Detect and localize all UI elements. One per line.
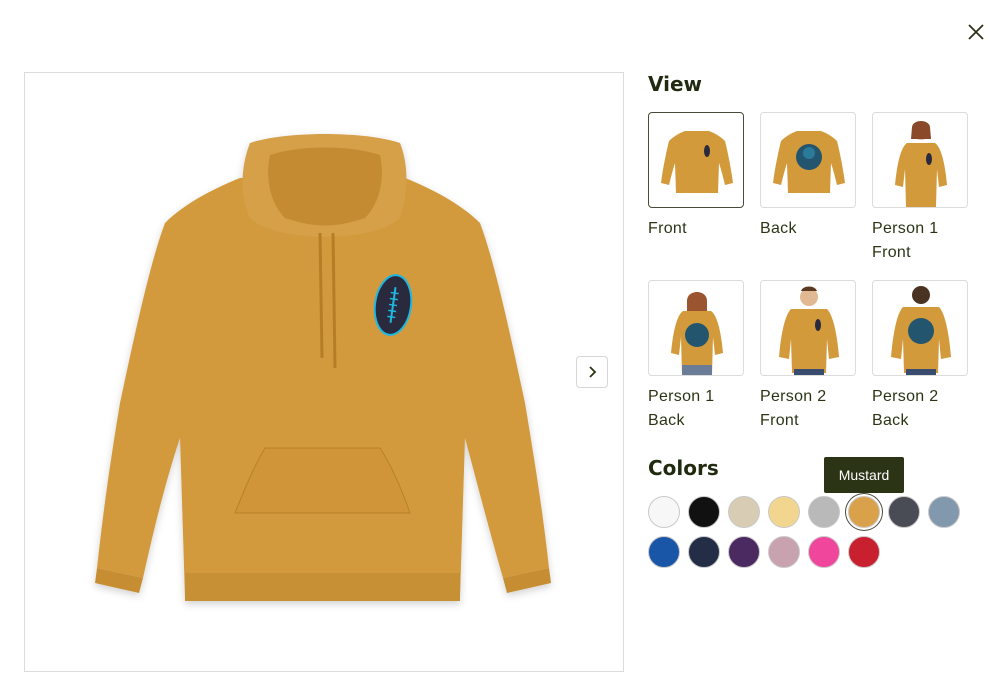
color-swatch-slate-blue[interactable] [928,496,960,528]
color-swatch-mustard[interactable] [848,496,880,528]
product-gallery-modal: View Front Back Person 1 Front Person 1 … [0,0,1008,696]
person1-front-thumbnail [895,121,947,207]
hoodie-front-image [95,134,551,601]
color-swatch-black[interactable] [688,496,720,528]
thumb-person1-back[interactable] [648,280,744,376]
thumb-person1-back-label: Person 1 Back [648,388,715,429]
thumb-person1-front[interactable] [872,112,968,208]
thumb-back[interactable] [760,112,856,208]
colors-title: Colors [648,456,719,480]
color-swatch-royal[interactable] [648,536,680,568]
chevron-right-icon [589,366,597,378]
thumb-person2-back[interactable] [872,280,968,376]
person2-back-thumbnail [891,286,951,375]
color-swatch-pink[interactable] [808,536,840,568]
thumb-back-label: Back [760,220,797,237]
thumb-person2-front-label: Person 2 Front [760,388,827,429]
hoodie-back-thumbnail [773,131,845,193]
color-tooltip: Mustard [824,457,904,493]
color-swatch-heather-grey[interactable] [808,496,840,528]
thumb-front-label: Front [648,220,687,237]
color-swatch-white[interactable] [648,496,680,528]
color-swatch-cream[interactable] [768,496,800,528]
person2-front-thumbnail [779,286,839,375]
main-product-image [24,72,624,672]
person1-back-thumbnail [671,292,723,375]
color-swatch-navy[interactable] [688,536,720,568]
hoodie-front-thumbnail [661,131,733,193]
thumb-person2-front[interactable] [760,280,856,376]
color-swatch-red[interactable] [848,536,880,568]
color-swatch-sand[interactable] [728,496,760,528]
thumb-person2-back-label: Person 2 Back [872,388,939,429]
view-title: View [648,72,703,96]
thumb-person1-front-label: Person 1 Front [872,220,939,261]
next-image-button[interactable] [576,356,608,388]
close-button[interactable] [962,18,990,46]
color-swatch-charcoal[interactable] [888,496,920,528]
color-swatch-light-pink[interactable] [768,536,800,568]
color-swatch-purple[interactable] [728,536,760,568]
thumb-front[interactable] [648,112,744,208]
close-icon [968,24,984,40]
